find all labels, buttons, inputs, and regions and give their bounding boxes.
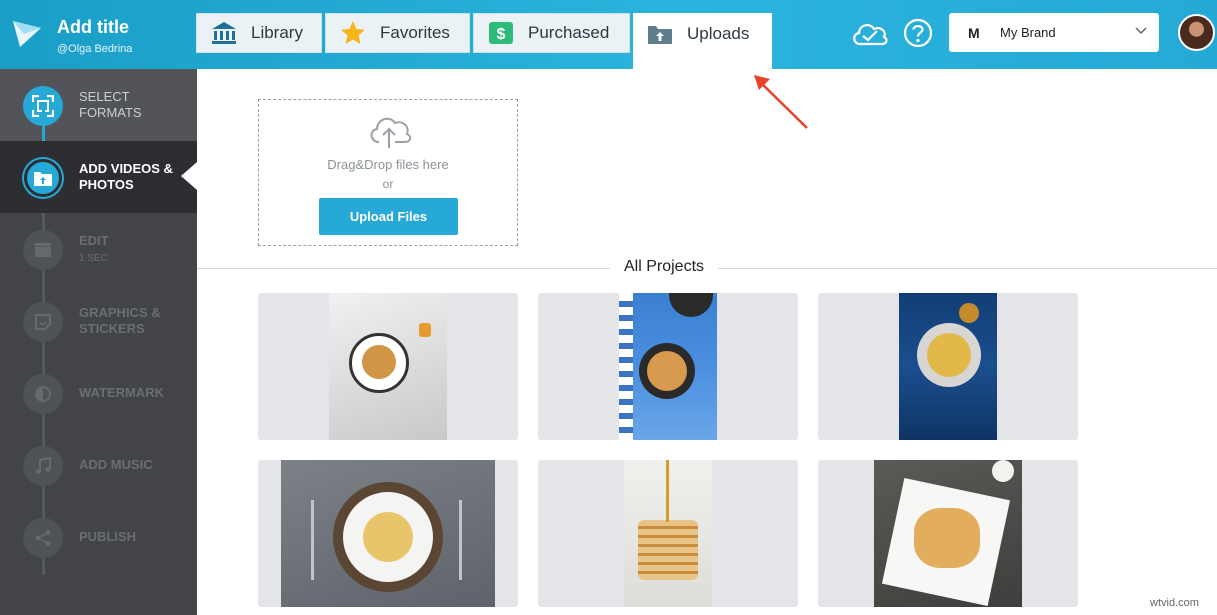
svg-text:$: $: [497, 26, 506, 43]
skillet-photo: [619, 293, 717, 440]
project-thumbnail[interactable]: [538, 460, 798, 607]
step-add-videos-photos[interactable]: ADD VIDEOS & PHOTOS: [0, 141, 197, 213]
step-edit[interactable]: EDIT 1 sec: [0, 213, 197, 285]
step-edit-duration: 1 sec: [79, 253, 108, 264]
project-thumbnail[interactable]: [818, 460, 1078, 607]
step-select-formats[interactable]: SELECT FORMATS: [0, 69, 197, 141]
dollar-icon: $: [488, 20, 514, 46]
tab-library-label: Library: [251, 23, 303, 42]
dropzone-or: or: [382, 177, 394, 191]
step-label: ADD VIDEOS & PHOTOS: [79, 161, 173, 192]
watermark-text: wtvid.com: [1150, 597, 1199, 609]
step-publish[interactable]: PUBLISH: [0, 501, 197, 573]
step-label: PUBLISH: [79, 529, 137, 544]
tab-purchased-label: Purchased: [528, 23, 610, 42]
step-edit-label: EDIT: [79, 233, 109, 248]
step-graphics-stickers[interactable]: GRAPHICS & STICKERS: [0, 285, 197, 357]
pancakes-photo: [329, 293, 447, 440]
step-label: ADD MUSIC: [79, 457, 153, 472]
crepe-plate-photo: [874, 460, 1022, 607]
steps-sidebar: SELECT FORMATS ADD VIDEOS & PHOTOS EDIT 1…: [0, 69, 197, 615]
upload-dropzone[interactable]: Drag&Drop files here or Upload Files: [258, 99, 518, 246]
crepes-photo: [899, 293, 997, 440]
brand-dropdown[interactable]: M My Brand: [949, 13, 1159, 52]
brand-name: My Brand: [1000, 25, 1056, 40]
sticker-icon: [23, 302, 63, 342]
tab-purchased[interactable]: $ Purchased: [473, 13, 630, 53]
top-bar: Add title @Olga Bedrina Library Favorite…: [0, 0, 1217, 69]
tab-uploads-label: Uploads: [687, 24, 750, 43]
project-thumbnail[interactable]: [258, 293, 518, 440]
help-icon[interactable]: [902, 17, 934, 49]
step-label: WATERMARK: [79, 385, 164, 400]
annotation-arrow-icon: [754, 75, 808, 129]
brand-badge: M: [968, 24, 980, 41]
step-watermark[interactable]: WATERMARK: [0, 357, 197, 429]
username: @Olga Bedrina: [57, 43, 133, 55]
pancake-stack-photo: [624, 460, 712, 607]
all-projects-heading: All Projects: [610, 258, 719, 276]
music-note-icon: [23, 446, 63, 486]
upload-files-button[interactable]: Upload Files: [319, 198, 458, 235]
tab-favorites[interactable]: Favorites: [325, 13, 470, 53]
project-title[interactable]: Add title: [57, 17, 129, 38]
project-thumbnail[interactable]: [538, 293, 798, 440]
dropzone-text: Drag&Drop files here: [327, 157, 449, 172]
step-add-music[interactable]: ADD MUSIC: [0, 429, 197, 501]
chevron-down-icon: [1135, 27, 1147, 35]
library-icon: [211, 20, 237, 46]
star-icon: [340, 20, 366, 46]
folder-upload-icon: [647, 21, 673, 47]
add-media-icon: [24, 159, 62, 197]
clapperboard-icon: [23, 230, 63, 270]
project-thumbnail[interactable]: [818, 293, 1078, 440]
tab-library[interactable]: Library: [196, 13, 322, 53]
watermark-icon: [23, 374, 63, 414]
avatar[interactable]: [1178, 14, 1215, 51]
banana-plate-photo: [281, 460, 495, 607]
step-label: SELECT FORMATS: [79, 89, 142, 120]
cloud-saved-icon[interactable]: [850, 17, 890, 49]
share-icon: [23, 518, 63, 558]
app-logo-icon: [13, 21, 41, 47]
step-label: GRAPHICS & STICKERS: [79, 305, 161, 336]
project-thumbnail[interactable]: [258, 460, 518, 607]
step-label: EDIT 1 sec: [79, 233, 109, 267]
tab-uploads[interactable]: Uploads: [633, 13, 772, 69]
cloud-upload-icon: [370, 117, 412, 148]
active-step-pointer: [181, 162, 197, 190]
tab-favorites-label: Favorites: [380, 23, 450, 42]
